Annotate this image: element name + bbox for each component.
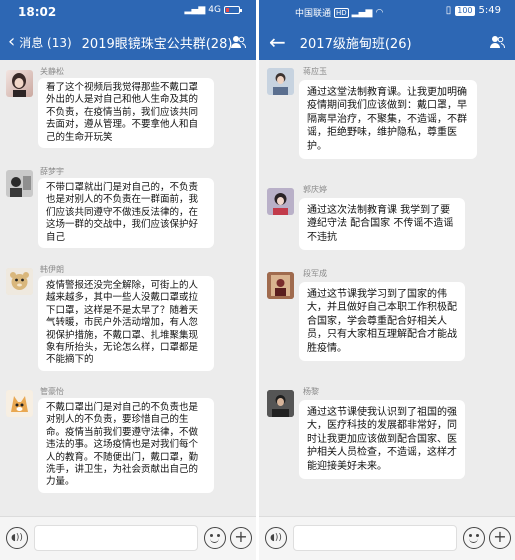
message-bubble[interactable]: 不带口罩就出门是对自己的，不负责也是对别人的不负责在一群面前，我们应该共同遵守不… <box>38 178 214 249</box>
avatar[interactable] <box>267 68 294 95</box>
voice-icon[interactable]: ◖)) <box>6 527 28 549</box>
carrier-info: 中国联通 HD ▂▄▆ ◠ <box>295 6 383 19</box>
emoji-icon[interactable] <box>463 527 485 549</box>
message-input[interactable] <box>293 525 457 551</box>
message-list: 蒋应玉 通过这堂法制教育课。让我更加明确疫情期间我们应该做到：戴口罩，早隔离早治… <box>259 60 515 506</box>
sender-name: 关静松 <box>40 67 64 76</box>
group-members-icon[interactable] <box>489 34 505 50</box>
avatar[interactable] <box>6 268 33 295</box>
signal-icon: ▂▄▆ <box>351 7 373 18</box>
sender-name: 韩伊朗 <box>40 265 64 274</box>
input-bar: ◖)) + <box>0 516 256 560</box>
sender-name: 蒋应玉 <box>303 67 327 76</box>
back-icon[interactable]: ← <box>269 32 286 52</box>
message-bubble[interactable]: 通过这节课我学习到了国家的伟大，并且做好自己本职工作积极配合国家，学会尊重配合好… <box>299 282 465 362</box>
input-bar: ◖)) + <box>259 516 515 560</box>
status-indicators: ▂▄▆ 4G <box>184 5 242 15</box>
avatar[interactable] <box>267 390 294 417</box>
right-chat-screen: 中国联通 HD ▂▄▆ ◠ ▯ 100 5:49 ← 2017级施甸班(26) … <box>259 0 515 560</box>
back-button[interactable]: 消息 (13) <box>19 34 71 51</box>
chat-header: ‹ 消息 (13) 2019眼镜珠宝公共群(28) <box>0 24 256 60</box>
plus-icon[interactable]: + <box>489 527 511 549</box>
chat-header: ← 2017级施甸班(26) <box>259 24 515 60</box>
sender-name: 段军成 <box>303 269 327 278</box>
wifi-icon: ◠ <box>375 7 384 18</box>
avatar[interactable] <box>6 70 33 97</box>
avatar[interactable] <box>6 170 33 197</box>
emoji-icon[interactable] <box>204 527 226 549</box>
message-input[interactable] <box>34 525 198 551</box>
sender-name: 管豪怡 <box>40 387 64 396</box>
message-bubble[interactable]: 通过这堂法制教育课。让我更加明确疫情期间我们应该做到：戴口罩，早隔离早治疗，不聚… <box>299 80 477 160</box>
message-bubble[interactable]: 通过这节课使我认识到了祖国的强大，医疗科技的发展都非常好，同时让我更加应该做到配… <box>299 400 465 480</box>
message-bubble[interactable]: 通过这次法制教育课 我学到了要遵纪守法 配合国家 不传谣不造谣 不违抗 <box>299 198 465 251</box>
group-members-icon[interactable] <box>230 34 246 50</box>
hd-badge: HD <box>334 7 349 18</box>
message-bubble[interactable]: 看了这个视频后我觉得那些不戴口罩外出的人是对自己和他人生命及其的不负责，在疫情当… <box>38 78 214 149</box>
status-bar: 18:02 ▂▄▆ 4G <box>0 0 256 24</box>
status-time: 18:02 <box>18 5 57 19</box>
status-indicators: ▯ 100 5:49 <box>446 5 501 16</box>
plus-icon[interactable]: + <box>230 527 252 549</box>
battery-icon <box>224 6 242 14</box>
carrier-name: 中国联通 <box>295 9 332 19</box>
message-bubble[interactable]: 不戴口罩出门是对自己的不负责也是对别人的不负责，要珍惜自己的生命。疫情当前我们要… <box>38 398 214 493</box>
chat-title: 2019眼镜珠宝公共群(28) <box>81 36 233 52</box>
status-bar: 中国联通 HD ▂▄▆ ◠ ▯ 100 5:49 <box>259 0 515 24</box>
network-type: 4G <box>208 5 221 15</box>
sender-name: 杨黎 <box>303 387 319 396</box>
battery-icon: 100 <box>455 5 475 16</box>
status-time: 5:49 <box>478 5 501 16</box>
avatar[interactable] <box>6 390 33 417</box>
vibrate-icon: ▯ <box>445 5 452 16</box>
signal-icon: ▂▄▆ <box>184 5 206 15</box>
avatar[interactable] <box>267 272 294 299</box>
avatar[interactable] <box>267 188 294 215</box>
voice-icon[interactable]: ◖)) <box>265 527 287 549</box>
sender-name: 薛梦宇 <box>40 167 64 176</box>
message-list: 关静松 看了这个视频后我觉得那些不戴口罩外出的人是对自己和他人生命及其的不负责，… <box>0 60 256 506</box>
back-icon[interactable]: ‹ <box>8 33 15 51</box>
chat-title: 2017级施甸班(26) <box>299 36 412 52</box>
sender-name: 郭庆婷 <box>303 185 327 194</box>
left-chat-screen: 18:02 ▂▄▆ 4G ‹ 消息 (13) 2019眼镜珠宝公共群(28) 关… <box>0 0 256 560</box>
message-bubble[interactable]: 疫情警报还没完全解除，可街上的人越来越多，其中一些人没戴口罩或拉下口罩，这样是不… <box>38 276 214 371</box>
